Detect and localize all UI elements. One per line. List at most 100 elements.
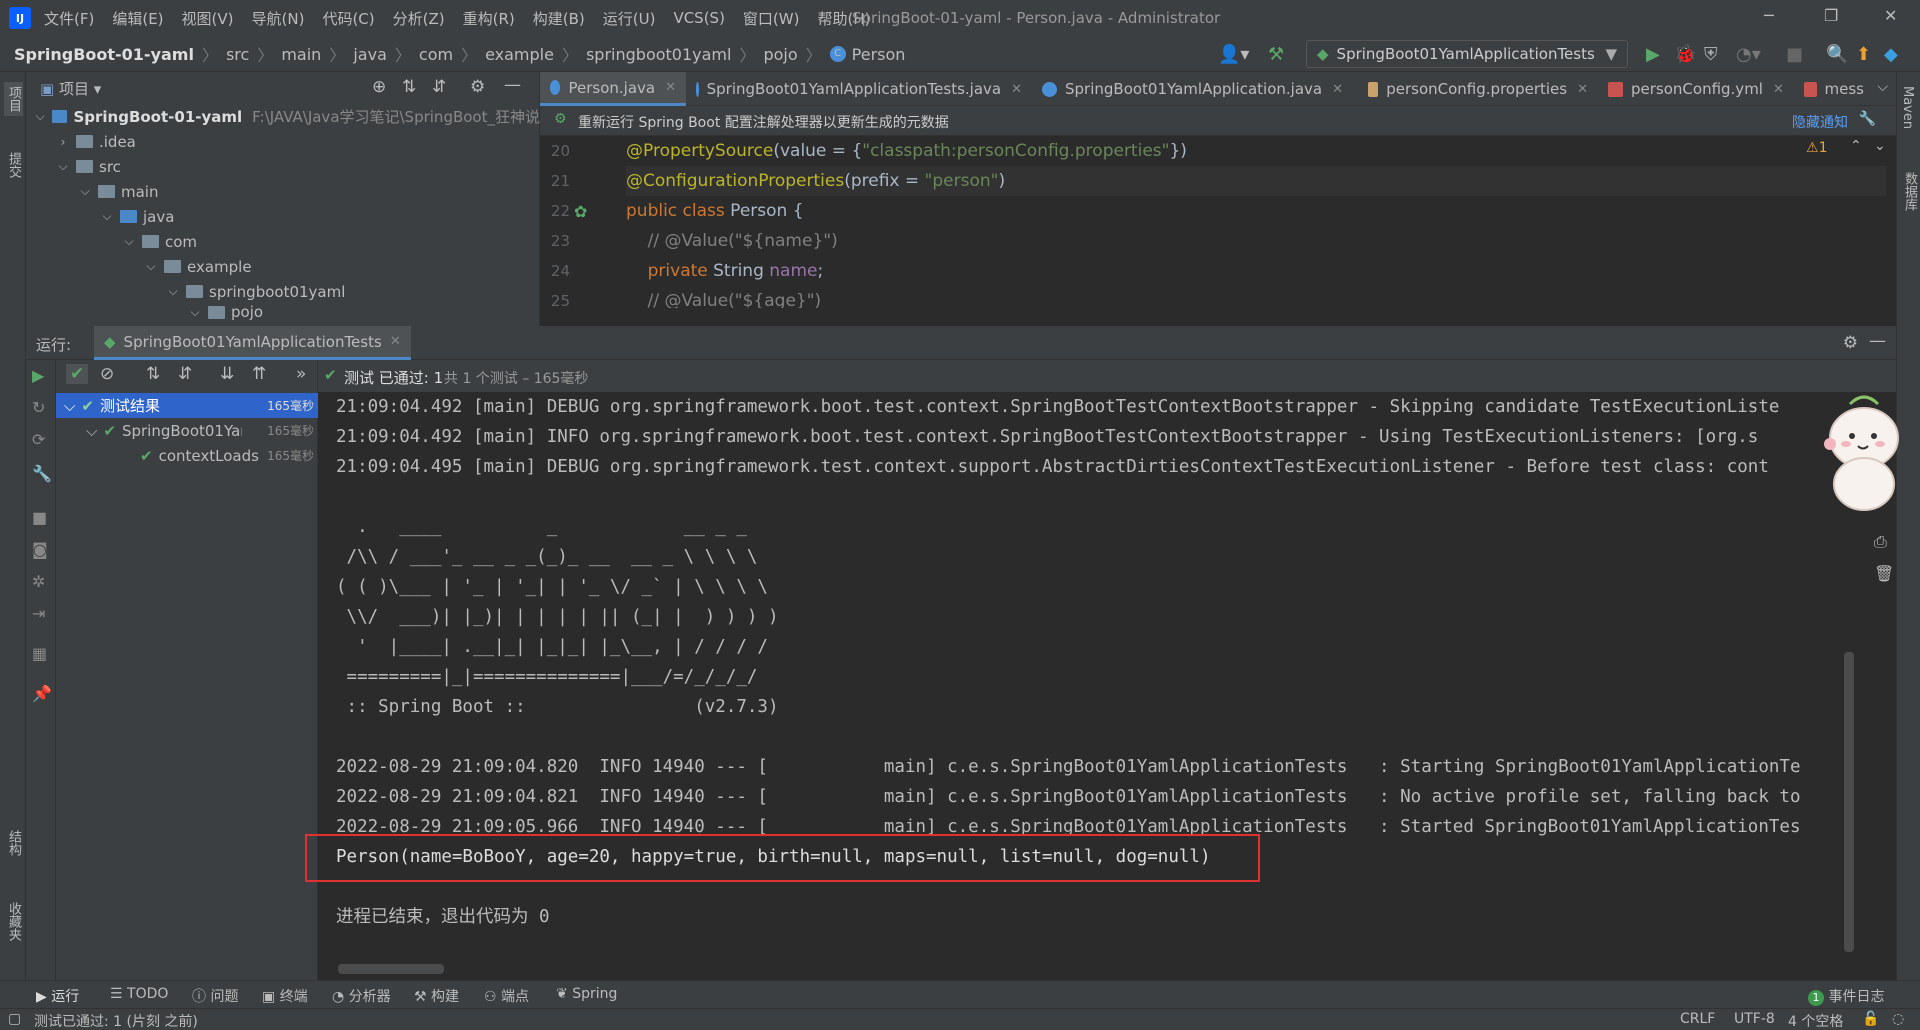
encoding[interactable]: UTF-8: [1734, 1011, 1775, 1027]
tab-list-chevron-icon[interactable]: ⌵: [1877, 79, 1888, 95]
breadcrumb-pojo[interactable]: pojo: [763, 45, 797, 64]
tree-node-pojo[interactable]: ⌵ pojo: [26, 304, 540, 320]
toggle-auto-test-icon[interactable]: ⟳: [32, 430, 45, 449]
run-icon[interactable]: ▶: [1646, 44, 1660, 65]
tree-node-project[interactable]: ⌵ SpringBoot-01-yaml F:\JAVA\Java学习笔记\Spri…: [26, 104, 540, 129]
tool-build[interactable]: ⚒ 构建: [414, 986, 459, 1006]
breadcrumb-project[interactable]: SpringBoot-01-yaml: [14, 45, 194, 64]
update-icon[interactable]: ⬆: [1856, 44, 1871, 65]
tree-node-idea[interactable]: › .idea: [26, 129, 540, 154]
breadcrumb-main[interactable]: main: [281, 45, 321, 64]
breadcrumb-package[interactable]: springboot01yaml: [586, 45, 731, 64]
show-ignored-icon[interactable]: ⊘: [100, 364, 114, 384]
breadcrumb-com[interactable]: com: [419, 45, 453, 64]
test-method-row[interactable]: ✔ contextLoads 165毫秒: [56, 443, 318, 468]
console-output[interactable]: 21:09:04.492 [main] DEBUG org.springfram…: [318, 392, 1868, 980]
database-tool-tab[interactable]: 数据库: [1900, 172, 1919, 211]
memory-icon[interactable]: ◌: [1892, 1011, 1904, 1027]
menu-build[interactable]: 构建(B): [533, 8, 585, 29]
run-config-select[interactable]: ◆ SpringBoot01YamlApplicationTests ▼: [1306, 40, 1628, 68]
search-icon[interactable]: 🔍: [1826, 44, 1848, 65]
coverage-icon[interactable]: ⛨: [1704, 44, 1718, 65]
tree-node-springboot01yaml[interactable]: ⌵ springboot01yaml: [26, 279, 540, 304]
menu-refactor[interactable]: 重构(R): [463, 8, 515, 29]
breadcrumb-src[interactable]: src: [226, 45, 249, 64]
collapse-all-icon[interactable]: ⇵: [432, 77, 446, 97]
toolbox-icon[interactable]: ◆: [1884, 44, 1898, 65]
tab-person-config-properties[interactable]: personConfig.properties ✕: [1358, 72, 1598, 106]
tool-spring[interactable]: ❦ Spring: [556, 986, 617, 1002]
vertical-scrollbar[interactable]: [1844, 652, 1854, 952]
chevron-down-icon[interactable]: ⌄: [1874, 138, 1886, 154]
wrench-icon[interactable]: 🔧: [1859, 111, 1876, 127]
line-separator[interactable]: CRLF: [1680, 1011, 1715, 1027]
close-icon[interactable]: ✕: [1884, 6, 1897, 25]
breadcrumb-java[interactable]: java: [353, 45, 387, 64]
maven-tool-tab[interactable]: Maven: [1900, 86, 1915, 129]
debug-icon[interactable]: 🐞: [1674, 44, 1696, 65]
gear-icon[interactable]: ⚙: [470, 77, 485, 97]
rerun-icon[interactable]: ▶: [32, 366, 44, 385]
tool-terminal[interactable]: ▣ 终端: [262, 986, 308, 1006]
build-hammer-icon[interactable]: ⚒: [1268, 44, 1284, 65]
sort-alpha-icon[interactable]: ⇅: [146, 364, 160, 384]
breadcrumb-class[interactable]: Person: [852, 45, 906, 64]
breadcrumb-example[interactable]: example: [485, 45, 554, 64]
tool-endpoints[interactable]: ⚇ 端点: [484, 986, 529, 1006]
status-layout-icon[interactable]: ▢: [8, 1011, 21, 1027]
show-passed-icon[interactable]: ✔: [66, 364, 89, 384]
tab-application-tests[interactable]: SpringBoot01YamlApplicationTests.java ✕: [686, 72, 1032, 106]
chevron-up-icon[interactable]: ⌃: [1850, 138, 1862, 154]
run-tab[interactable]: ◆ SpringBoot01YamlApplicationTests ✕: [94, 326, 411, 360]
bean-gutter-icon[interactable]: ✿: [574, 202, 587, 221]
print-icon[interactable]: ⎙: [1874, 532, 1887, 552]
structure-tool-tab[interactable]: 结构: [4, 830, 23, 856]
tool-problems[interactable]: ⓘ 问题: [192, 986, 238, 1006]
tree-node-com[interactable]: ⌵ com: [26, 229, 540, 254]
menu-file[interactable]: 文件(F): [44, 8, 94, 29]
rerun-failed-icon[interactable]: ↻: [32, 398, 45, 417]
tab-application[interactable]: SpringBoot01YamlApplication.java ✕: [1032, 72, 1358, 106]
tab-person-config-yml[interactable]: personConfig.yml ✕: [1598, 72, 1794, 106]
test-root-row[interactable]: ⌵ ✔ 测试结果 165毫秒: [56, 393, 318, 418]
commit-tool-tab[interactable]: 提交: [4, 152, 23, 178]
lock-icon[interactable]: 🔓: [1862, 1011, 1879, 1027]
hide-notice-link[interactable]: 隐藏通知: [1792, 112, 1848, 132]
stop-icon[interactable]: ■: [1786, 44, 1803, 65]
event-log-button[interactable]: 1 事件日志: [1808, 986, 1884, 1006]
tab-person-java[interactable]: Person.java ✕: [540, 72, 686, 106]
profile-icon[interactable]: ◔▾: [1736, 44, 1761, 65]
test-class-row[interactable]: ⌵✔SpringBoot01YamlApplicationTests165毫秒: [56, 418, 318, 443]
menu-navigate[interactable]: 导航(N): [252, 8, 305, 29]
warning-indicator[interactable]: ⚠1: [1806, 140, 1827, 156]
tree-node-example[interactable]: ⌵ example: [26, 254, 540, 279]
stop-icon[interactable]: ■: [32, 508, 47, 527]
project-panel-title[interactable]: ▣ 项目 ▾: [40, 78, 101, 99]
tree-node-main[interactable]: ⌵ main: [26, 179, 540, 204]
locate-icon[interactable]: ⊕: [372, 77, 386, 97]
tool-run[interactable]: ▶ 运行: [36, 986, 79, 1006]
menu-code[interactable]: 代码(C): [322, 8, 374, 29]
expand-all-icon[interactable]: ⇊: [220, 364, 234, 384]
menu-analyze[interactable]: 分析(Z): [393, 8, 445, 29]
indent-setting[interactable]: 4 个空格: [1788, 1011, 1843, 1030]
tree-node-src[interactable]: ⌵ src: [26, 154, 540, 179]
restore-icon[interactable]: ❐: [1824, 6, 1838, 25]
collapse-all-icon[interactable]: ⇈: [252, 364, 266, 384]
horizontal-scrollbar[interactable]: [338, 964, 444, 974]
menu-view[interactable]: 视图(V): [182, 8, 234, 29]
project-tool-tab[interactable]: 项目: [4, 82, 23, 116]
sort-duration-icon[interactable]: ⇵: [178, 364, 192, 384]
hide-panel-icon[interactable]: —: [1869, 331, 1886, 351]
debug-icon[interactable]: ✲: [32, 572, 45, 591]
tree-node-java[interactable]: ⌵ java: [26, 204, 540, 229]
pin-icon[interactable]: 📌: [32, 684, 52, 703]
wrench-icon[interactable]: 🔧: [32, 464, 52, 483]
menu-edit[interactable]: 编辑(E): [112, 8, 163, 29]
tab-mess[interactable]: mess: [1794, 72, 1874, 106]
expand-all-icon[interactable]: ⇅: [402, 77, 416, 97]
tool-profiler[interactable]: ◔ 分析器: [332, 986, 391, 1006]
tool-todo[interactable]: ☰ TODO: [110, 986, 168, 1002]
hide-panel-icon[interactable]: —: [504, 75, 521, 95]
menu-run[interactable]: 运行(U): [603, 8, 656, 29]
